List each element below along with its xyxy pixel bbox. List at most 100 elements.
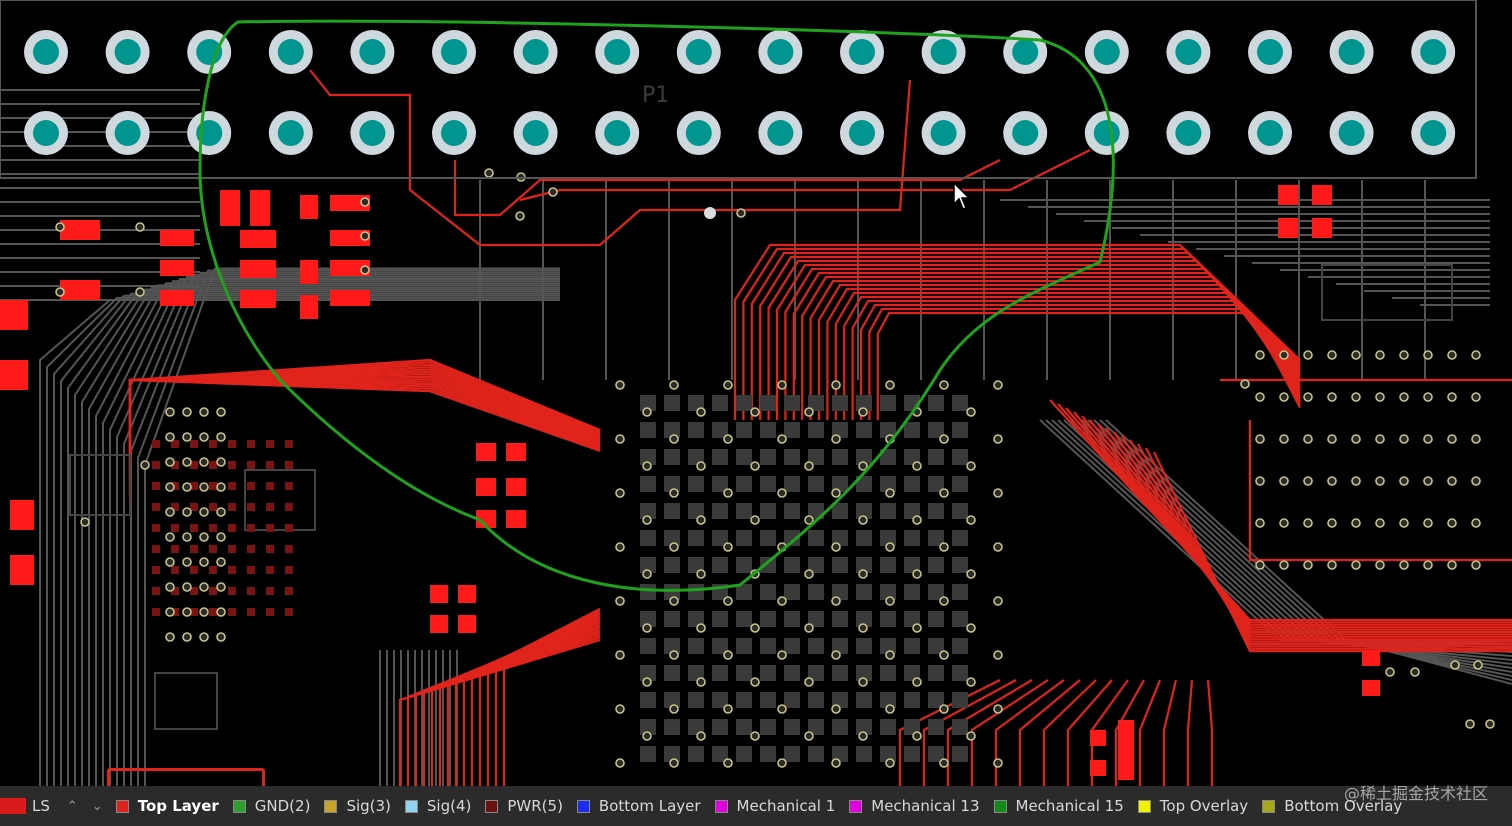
bga-pad bbox=[736, 638, 752, 654]
smd-pad bbox=[250, 190, 270, 226]
via bbox=[199, 632, 209, 642]
bga-pad bbox=[152, 566, 160, 574]
layer-color-swatch bbox=[1137, 799, 1151, 813]
via bbox=[360, 265, 370, 275]
via bbox=[1399, 350, 1409, 360]
bga-pad bbox=[228, 461, 236, 469]
bga-pad bbox=[285, 524, 293, 532]
bga-pad bbox=[928, 611, 944, 627]
chevron-down-icon[interactable]: ⌄ bbox=[85, 799, 110, 814]
via bbox=[1485, 719, 1495, 729]
via bbox=[993, 650, 1003, 660]
via bbox=[777, 380, 787, 390]
via bbox=[777, 596, 787, 606]
layer-tab[interactable]: PWR(5) bbox=[479, 792, 571, 820]
bga-pad bbox=[247, 503, 255, 511]
bga-pad bbox=[247, 524, 255, 532]
via bbox=[1240, 379, 1250, 389]
header-pin bbox=[1329, 30, 1374, 74]
layer-tab-bar: LS ⌃ ⌄ Top Layer GND(2) Sig(3) Sig(4) PWR(5)… bbox=[0, 786, 1512, 826]
via bbox=[912, 677, 922, 687]
via bbox=[1471, 476, 1481, 486]
via bbox=[1410, 667, 1420, 677]
smd-pad bbox=[160, 290, 194, 306]
layer-tab[interactable]: Bottom Layer bbox=[571, 792, 709, 820]
bga-pad bbox=[928, 719, 944, 735]
pcb-canvas[interactable]: P1 bbox=[0, 0, 1512, 786]
via bbox=[216, 432, 226, 442]
layer-tab-label: Mechanical 15 bbox=[1015, 797, 1124, 815]
bga-pad bbox=[952, 638, 968, 654]
layer-tab[interactable]: Mechanical 1 bbox=[709, 792, 844, 820]
via bbox=[1447, 560, 1457, 570]
header-pin bbox=[350, 30, 395, 74]
layer-tab[interactable]: Top Layer bbox=[110, 792, 227, 820]
header-pin bbox=[840, 111, 884, 155]
bga-pad bbox=[952, 665, 968, 681]
via bbox=[1303, 392, 1313, 402]
via bbox=[750, 623, 760, 633]
bga-pad bbox=[736, 476, 752, 492]
via bbox=[165, 632, 175, 642]
via bbox=[777, 704, 787, 714]
bga-pad bbox=[266, 503, 274, 511]
layer-set-button[interactable]: LS bbox=[0, 792, 50, 820]
via bbox=[615, 758, 625, 768]
layer-color-swatch bbox=[115, 799, 129, 813]
via bbox=[1351, 434, 1361, 444]
via bbox=[669, 380, 679, 390]
via bbox=[1351, 476, 1361, 486]
bga-pad bbox=[688, 638, 704, 654]
via bbox=[182, 557, 192, 567]
bga-pad bbox=[760, 638, 776, 654]
via bbox=[1423, 434, 1433, 444]
via bbox=[642, 515, 652, 525]
bga-pad bbox=[760, 584, 776, 600]
via bbox=[615, 650, 625, 660]
bga-pad bbox=[688, 692, 704, 708]
via bbox=[736, 208, 746, 218]
via bbox=[140, 460, 150, 470]
via bbox=[615, 380, 625, 390]
layer-tab[interactable]: Sig(3) bbox=[318, 792, 398, 820]
layer-tab[interactable]: GND(2) bbox=[227, 792, 319, 820]
via bbox=[750, 461, 760, 471]
bga-pad bbox=[712, 395, 728, 411]
chevron-up-icon[interactable]: ⌃ bbox=[60, 799, 85, 814]
via bbox=[750, 407, 760, 417]
via bbox=[199, 557, 209, 567]
via bbox=[182, 582, 192, 592]
watermark: @稀土掘金技术社区 bbox=[1343, 784, 1488, 803]
via bbox=[966, 407, 976, 417]
layer-tab[interactable]: Top Overlay bbox=[1132, 792, 1256, 820]
bga-pad bbox=[904, 638, 920, 654]
bga-pad bbox=[209, 482, 217, 490]
layer-tab[interactable]: Mechanical 13 bbox=[843, 792, 987, 820]
bga-pad bbox=[688, 530, 704, 546]
layer-tab[interactable]: Sig(4) bbox=[399, 792, 479, 820]
via bbox=[939, 434, 949, 444]
smd-pad bbox=[0, 300, 28, 330]
smd-pad bbox=[1118, 720, 1134, 780]
via bbox=[216, 482, 226, 492]
pcb-layout[interactable]: P1 bbox=[0, 0, 1512, 786]
bga-pad bbox=[266, 587, 274, 595]
bga-pad bbox=[736, 449, 752, 465]
header-pin bbox=[1084, 111, 1129, 155]
via bbox=[966, 623, 976, 633]
bga-pad bbox=[209, 566, 217, 574]
layer-tab[interactable]: Mechanical 15 bbox=[988, 792, 1132, 820]
via bbox=[939, 380, 949, 390]
bga-pad bbox=[880, 503, 896, 519]
smd-pad bbox=[1278, 185, 1298, 205]
bga-pad bbox=[712, 611, 728, 627]
via bbox=[804, 731, 814, 741]
layer-tab-label: Top Layer bbox=[137, 797, 219, 815]
layer-color-swatch bbox=[485, 799, 499, 813]
bga-pad bbox=[247, 461, 255, 469]
via bbox=[993, 704, 1003, 714]
via bbox=[777, 650, 787, 660]
bga-pad bbox=[784, 395, 800, 411]
via bbox=[669, 488, 679, 498]
bga-pad bbox=[171, 524, 179, 532]
